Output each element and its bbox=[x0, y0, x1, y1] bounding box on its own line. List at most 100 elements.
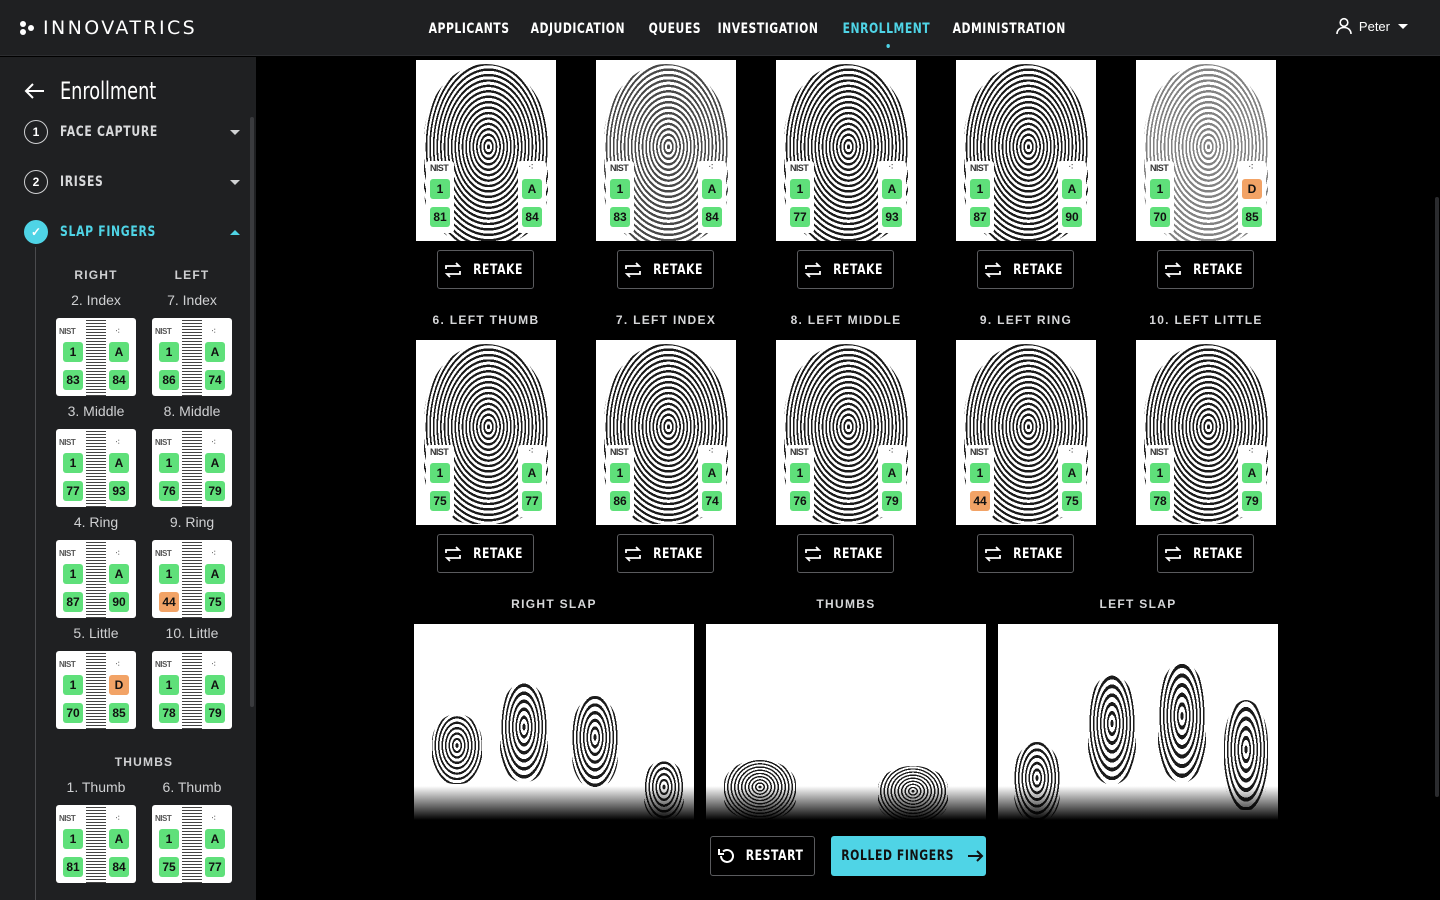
nav-queues[interactable]: QUEUES bbox=[640, 0, 710, 56]
fingerprint-card[interactable]: NIST ⁖ 1 A 75 77 bbox=[416, 340, 556, 525]
quality-dots-icon: ⁖ bbox=[211, 548, 217, 558]
quality-dots-icon: ⁖ bbox=[115, 326, 121, 336]
retake-label: RETAKE bbox=[473, 261, 524, 278]
nist-label: NIST bbox=[155, 660, 172, 669]
step-label: IRISES bbox=[60, 174, 104, 190]
grade-badge: A bbox=[205, 453, 225, 473]
nfiq-badge: 1 bbox=[159, 564, 179, 584]
quality-dots-icon: ⁖ bbox=[526, 446, 536, 457]
user-menu[interactable]: Peter bbox=[1335, 17, 1408, 35]
grade-badge: A bbox=[882, 463, 902, 483]
retake-icon bbox=[1165, 545, 1182, 562]
nist-label: NIST bbox=[788, 447, 811, 457]
step-label: FACE CAPTURE bbox=[60, 124, 158, 140]
finger-thumbnail[interactable]: NIST ⁖ 1 A 81 84 bbox=[56, 805, 136, 883]
grade-badge: A bbox=[109, 453, 129, 473]
finger-thumbnail[interactable]: NIST ⁖ 1 A 83 84 bbox=[56, 318, 136, 396]
restart-label: RESTART bbox=[745, 848, 804, 864]
retake-button[interactable]: RETAKE bbox=[437, 534, 534, 573]
fingerprint-image bbox=[182, 651, 202, 729]
main-scrollbar[interactable] bbox=[1435, 197, 1439, 797]
restart-icon bbox=[717, 848, 734, 863]
retake-button[interactable]: RETAKE bbox=[617, 250, 714, 289]
step-irises[interactable]: 2 IRISES bbox=[24, 170, 240, 194]
rolled-fingers-button[interactable]: ROLLED FINGERS bbox=[831, 836, 986, 876]
finger-name: 3. Middle bbox=[67, 403, 125, 419]
fingerprint-card[interactable]: NIST ⁖ 1 A 87 90 bbox=[956, 60, 1096, 241]
fingerprint-card[interactable]: NIST ⁖ 1 A 77 93 bbox=[776, 60, 916, 241]
finger-title: 6. LEFT THUMB bbox=[432, 313, 540, 327]
grade-badge: A bbox=[702, 179, 722, 199]
back-arrow-icon[interactable] bbox=[24, 82, 46, 100]
score-badge: 77 bbox=[63, 481, 83, 501]
step-face-capture[interactable]: 1 FACE CAPTURE bbox=[24, 120, 240, 144]
nist-label: NIST bbox=[155, 549, 172, 558]
brand-logo[interactable]: INNOVATRICS bbox=[20, 16, 197, 40]
finger-thumbnail[interactable]: NIST ⁖ 1 A 75 77 bbox=[152, 805, 232, 883]
nav-enrollment[interactable]: ENROLLMENT bbox=[834, 0, 939, 56]
step-slap-fingers[interactable]: ✓ SLAP FINGERS bbox=[24, 220, 240, 244]
slap-image[interactable] bbox=[998, 624, 1278, 820]
score-badge: 77 bbox=[790, 207, 810, 227]
quality-dots-icon: ⁖ bbox=[115, 659, 121, 669]
slap-title: LEFT SLAP bbox=[1099, 597, 1177, 611]
retake-button[interactable]: RETAKE bbox=[1157, 250, 1254, 289]
retake-button[interactable]: RETAKE bbox=[977, 534, 1074, 573]
score-badge: 87 bbox=[970, 207, 990, 227]
finger-thumbnail[interactable]: NIST ⁖ 1 A 44 75 bbox=[152, 540, 232, 618]
retake-button[interactable]: RETAKE bbox=[977, 250, 1074, 289]
check-icon: ✓ bbox=[24, 220, 48, 244]
chevron-down-icon bbox=[1398, 23, 1408, 29]
fingerprint-card[interactable]: NIST ⁖ 1 A 83 84 bbox=[596, 60, 736, 241]
nav-applicants[interactable]: APPLICANTS bbox=[420, 0, 518, 56]
fingerprint-card[interactable]: NIST ⁖ 1 A 78 79 bbox=[1136, 340, 1276, 525]
score-badge: 85 bbox=[109, 703, 129, 723]
finger-thumbnail[interactable]: NIST ⁖ 1 A 78 79 bbox=[152, 651, 232, 729]
retake-label: RETAKE bbox=[1013, 545, 1064, 562]
score-badge: 75 bbox=[205, 592, 225, 612]
retake-button[interactable]: RETAKE bbox=[437, 250, 534, 289]
score-badge: 93 bbox=[882, 207, 902, 227]
retake-button[interactable]: RETAKE bbox=[1157, 534, 1254, 573]
fingerprint-image bbox=[86, 318, 106, 396]
retake-label: RETAKE bbox=[1013, 261, 1064, 278]
fingerprint-card[interactable]: NIST ⁖ 1 A 44 75 bbox=[956, 340, 1096, 525]
slap-image[interactable] bbox=[414, 624, 694, 820]
finger-thumbnail[interactable]: NIST ⁖ 1 A 87 90 bbox=[56, 540, 136, 618]
nfiq-badge: 1 bbox=[610, 463, 630, 483]
finger-name: 4. Ring bbox=[73, 514, 119, 530]
nav-adjudication[interactable]: ADJUDICATION bbox=[522, 0, 634, 56]
fingerprint-card[interactable]: NIST ⁖ 1 A 76 79 bbox=[776, 340, 916, 525]
fingerprint-card[interactable]: NIST ⁖ 1 A 86 74 bbox=[596, 340, 736, 525]
fingerprint-card[interactable]: NIST ⁖ 1 A 81 84 bbox=[416, 60, 556, 241]
finger-thumbnail[interactable]: NIST ⁖ 1 A 77 93 bbox=[56, 429, 136, 507]
finger-thumbnail[interactable]: NIST ⁖ 1 A 76 79 bbox=[152, 429, 232, 507]
quality-dots-icon: ⁖ bbox=[115, 548, 121, 558]
nist-label: NIST bbox=[59, 660, 76, 669]
finger-thumbnail[interactable]: NIST ⁖ 1 D 70 85 bbox=[56, 651, 136, 729]
nfiq-badge: 1 bbox=[159, 829, 179, 849]
finger-thumbnail[interactable]: NIST ⁖ 1 A 86 74 bbox=[152, 318, 232, 396]
score-badge: 83 bbox=[610, 207, 630, 227]
retake-label: RETAKE bbox=[473, 545, 524, 562]
score-badge: 87 bbox=[63, 592, 83, 612]
retake-icon bbox=[805, 261, 822, 278]
grade-badge: A bbox=[522, 179, 542, 199]
restart-button[interactable]: RESTART bbox=[710, 836, 815, 876]
score-badge: 90 bbox=[109, 592, 129, 612]
slap-image[interactable] bbox=[706, 624, 986, 820]
retake-button[interactable]: RETAKE bbox=[797, 534, 894, 573]
retake-button[interactable]: RETAKE bbox=[797, 250, 894, 289]
nfiq-badge: 1 bbox=[63, 829, 83, 849]
score-badge: 44 bbox=[159, 592, 179, 612]
nav-administration[interactable]: ADMINISTRATION bbox=[944, 0, 1074, 56]
sidebar-scrollbar[interactable] bbox=[250, 117, 254, 707]
retake-button[interactable]: RETAKE bbox=[617, 534, 714, 573]
fingerprint-card[interactable]: NIST ⁖ 1 D 70 85 bbox=[1136, 60, 1276, 241]
score-badge: 81 bbox=[63, 857, 83, 877]
nfiq-badge: 1 bbox=[63, 342, 83, 362]
grade-badge: A bbox=[702, 463, 722, 483]
retake-icon bbox=[625, 261, 642, 278]
quality-dots-icon: ⁖ bbox=[886, 446, 896, 457]
nav-investigation[interactable]: INVESTIGATION bbox=[709, 0, 827, 56]
